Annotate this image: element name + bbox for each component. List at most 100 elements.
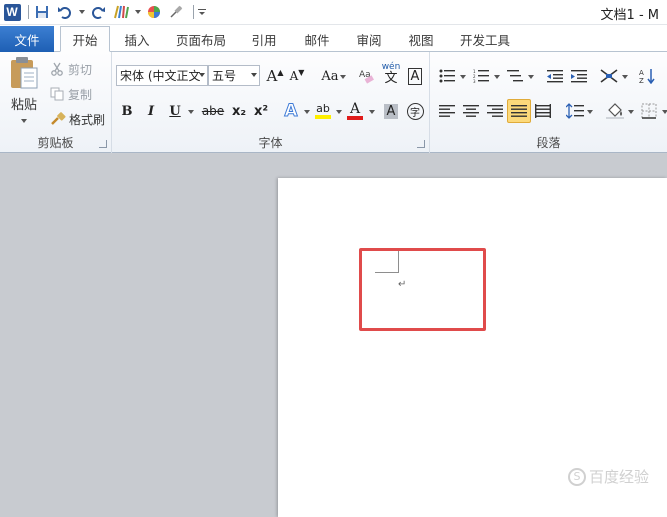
font-size-combo[interactable]: 五号 [208,65,260,86]
text-effects-dropdown-icon[interactable] [304,110,310,114]
copy-button[interactable]: 复制 [50,85,92,103]
paste-dropdown-icon[interactable] [21,119,27,123]
clipboard-icon [9,56,39,90]
subscript-button[interactable]: x₂ [228,100,250,122]
undo-icon[interactable] [55,2,75,22]
color-wheel-icon[interactable] [144,2,164,22]
borders-button[interactable] [638,100,660,122]
superscript-button[interactable]: x² [250,100,272,122]
align-left-button[interactable] [436,100,458,122]
enclose-characters-button[interactable]: 字 [404,100,426,122]
word-logo-icon[interactable]: W [2,2,22,22]
highlight-button[interactable]: ab [312,100,334,122]
shrink-font-icon: A [289,69,299,83]
clipboard-launcher-icon[interactable] [99,140,107,148]
font-name-dropdown-icon[interactable] [199,73,205,77]
red-highlight-box [359,248,486,331]
paint-tools-icon[interactable] [111,2,131,22]
document-page[interactable]: ↵ S 百度经验 [278,178,667,517]
justify-button[interactable] [507,99,531,123]
paintbrush-icon [50,112,66,126]
customize-qat-icon[interactable] [197,2,207,22]
format-painter-button[interactable]: 格式刷 [50,110,105,128]
tab-page-layout[interactable]: 页面布局 [168,27,234,52]
paste-label: 粘贴 [10,98,37,113]
format-painter-label: 格式刷 [69,112,106,127]
underline-button[interactable]: U [164,100,186,122]
shading-dropdown-icon[interactable] [628,110,634,114]
multilevel-list-button[interactable] [504,65,526,87]
character-shading-icon: A [383,103,399,119]
borders-dropdown-icon[interactable] [662,110,667,114]
svg-text:A: A [639,69,644,77]
bullets-dropdown-icon[interactable] [460,75,466,79]
numbering-icon: 123 [473,69,489,83]
line-spacing-button[interactable] [564,100,586,122]
paragraph-group: 123 AZ 段落 [430,52,667,153]
watermark-logo-icon: S [567,467,586,486]
character-shading-button[interactable]: A [380,100,402,122]
grow-font-button[interactable]: A ▲ [264,65,286,87]
font-name-combo[interactable]: 宋体 (中文正文 [116,65,208,86]
copy-icon [50,87,64,101]
underline-dropdown-icon[interactable] [188,110,194,114]
font-size-dropdown-icon[interactable] [251,73,257,77]
redo-icon[interactable] [88,2,108,22]
font-launcher-icon[interactable] [417,140,425,148]
font-color-button[interactable]: A [344,100,366,122]
distributed-button[interactable] [532,100,554,122]
distributed-icon [535,104,551,118]
font-color-dropdown-icon[interactable] [369,110,375,114]
bullets-button[interactable] [436,65,458,87]
phonetic-guide-button[interactable]: wén 文 [380,63,402,86]
bold-button[interactable]: B [116,100,138,122]
strikethrough-button[interactable]: abe [200,100,226,122]
highlight-color-bar [315,115,331,119]
title-bar: W 文档1 - M [0,0,667,25]
cut-button[interactable]: 剪切 [50,60,92,78]
sort-button[interactable]: AZ [636,65,658,87]
text-effects-button[interactable]: A [280,100,302,122]
shrink-font-button[interactable]: A ▼ [286,65,308,87]
chinese-layout-icon [600,69,618,83]
undo-dropdown-icon[interactable] [78,2,86,22]
chinese-layout-dropdown-icon[interactable] [622,75,628,79]
tab-developer[interactable]: 开发工具 [452,27,518,52]
numbering-button[interactable]: 123 [470,65,492,87]
tab-references[interactable]: 引用 [243,27,285,52]
tab-home[interactable]: 开始 [60,26,110,52]
clear-format-icon[interactable] [167,2,187,22]
shading-button[interactable] [604,100,626,122]
font-color-icon: A [349,100,361,117]
highlight-dropdown-icon[interactable] [336,110,342,114]
font-name-value: 宋体 (中文正文 [120,69,200,83]
line-spacing-icon [566,103,584,119]
tab-review[interactable]: 审阅 [348,27,390,52]
qat-separator-2 [193,5,194,19]
ribbon-home: 粘贴 剪切 复制 格式刷 剪贴板 宋体 (中文正文 五号 A ▲ A ▼ Aa … [0,52,667,153]
save-icon[interactable] [32,2,52,22]
paint-tools-dropdown-icon[interactable] [134,2,142,22]
multilevel-list-dropdown-icon[interactable] [528,75,534,79]
tab-mailings[interactable]: 邮件 [296,27,338,52]
justify-icon [511,105,527,117]
ribbon-tabs: 文件 开始 插入 页面布局 引用 邮件 审阅 视图 开发工具 [0,25,667,52]
character-border-button[interactable]: A [404,65,426,87]
align-right-button[interactable] [484,100,506,122]
change-case-button[interactable]: Aa [316,65,346,87]
clear-formatting-button[interactable]: Aa [356,65,378,87]
tab-insert[interactable]: 插入 [117,27,157,52]
tab-file[interactable]: 文件 [0,26,54,52]
line-spacing-dropdown-icon[interactable] [587,110,593,114]
decrease-indent-button[interactable] [544,65,566,87]
paste-button[interactable]: 粘贴 [4,56,44,128]
font-group-label: 字体 [258,136,283,150]
italic-button[interactable]: I [140,100,162,122]
bullets-icon [439,69,455,83]
increase-indent-button[interactable] [568,65,590,87]
numbering-dropdown-icon[interactable] [494,75,500,79]
align-center-button[interactable] [460,100,482,122]
tab-view[interactable]: 视图 [400,27,442,52]
subscript-icon: x₂ [231,103,247,119]
chinese-layout-button[interactable] [598,65,620,87]
